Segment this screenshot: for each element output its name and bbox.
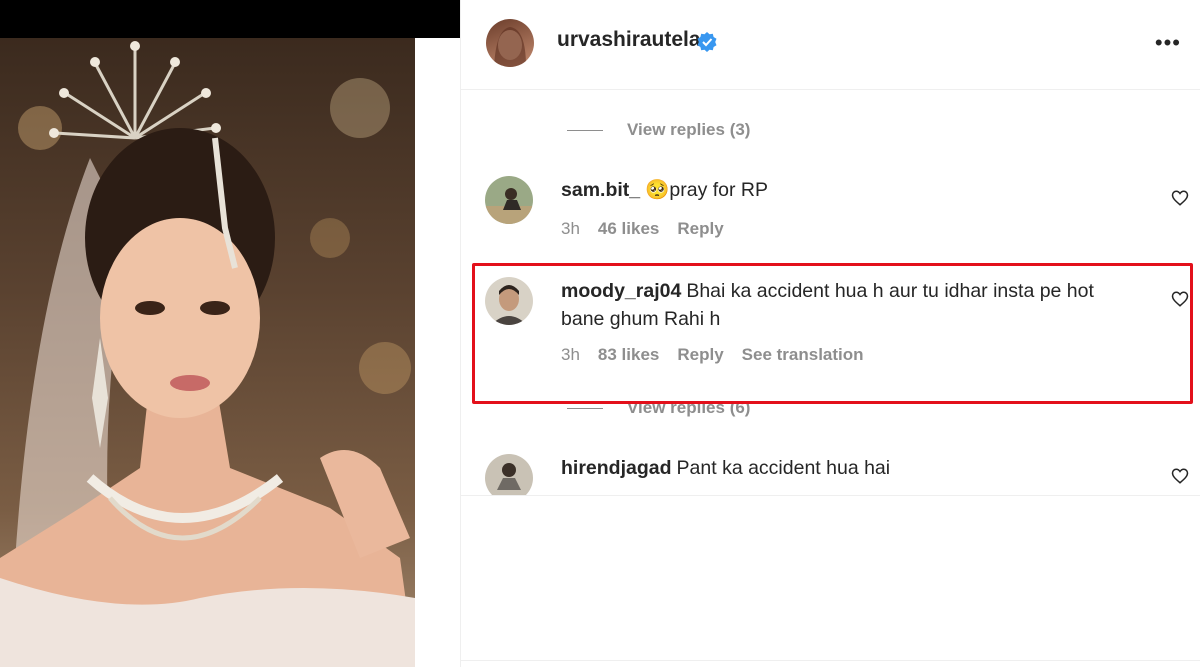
- view-replies-label: View replies (3): [627, 120, 751, 139]
- replies-divider-line: [567, 129, 603, 131]
- pleading-face-emoji: 🥺: [645, 179, 670, 201]
- comment-username[interactable]: sam.bit_: [561, 179, 640, 201]
- like-heart-icon[interactable]: [1171, 189, 1189, 207]
- post-photo[interactable]: [0, 38, 415, 667]
- comment-item: sam.bit_ 🥺pray for RP 3h 46 likes Reply: [461, 176, 1200, 256]
- comment-meta: 3h 46 likes Reply: [561, 219, 724, 239]
- comment-text-block: sam.bit_ 🥺pray for RP: [561, 176, 1141, 204]
- view-replies-button[interactable]: View replies (3): [567, 118, 750, 142]
- comment-item: hirendjagad Pant ka accident hua hai: [461, 454, 1200, 495]
- verified-badge-icon: [697, 32, 717, 52]
- comments-bottom-divider: [460, 495, 1200, 496]
- comment-likes[interactable]: 46 likes: [598, 219, 659, 239]
- bride-portrait-illustration: [0, 41, 415, 667]
- highlight-annotation-box: [472, 263, 1193, 404]
- commenter-avatar[interactable]: [485, 176, 533, 224]
- comment-text-block: hirendjagad Pant ka accident hua hai: [561, 454, 1141, 482]
- media-top-bar: [0, 0, 460, 38]
- comment-text: pray for RP: [669, 179, 769, 201]
- footer-divider: [460, 660, 1200, 661]
- replies-divider-line: [567, 407, 603, 409]
- post-username[interactable]: urvashirautela: [557, 28, 701, 52]
- post-media-panel: [0, 0, 460, 667]
- comment-username[interactable]: hirendjagad: [561, 457, 672, 479]
- post-header: urvashirautela •••: [461, 0, 1200, 90]
- more-options-icon[interactable]: •••: [1155, 30, 1181, 56]
- reply-button[interactable]: Reply: [677, 219, 723, 239]
- profile-avatar[interactable]: [486, 19, 534, 67]
- comment-time: 3h: [561, 219, 580, 238]
- comment-text: Pant ka accident hua hai: [676, 457, 891, 479]
- commenter-avatar[interactable]: [485, 454, 533, 495]
- like-heart-icon[interactable]: [1171, 467, 1189, 485]
